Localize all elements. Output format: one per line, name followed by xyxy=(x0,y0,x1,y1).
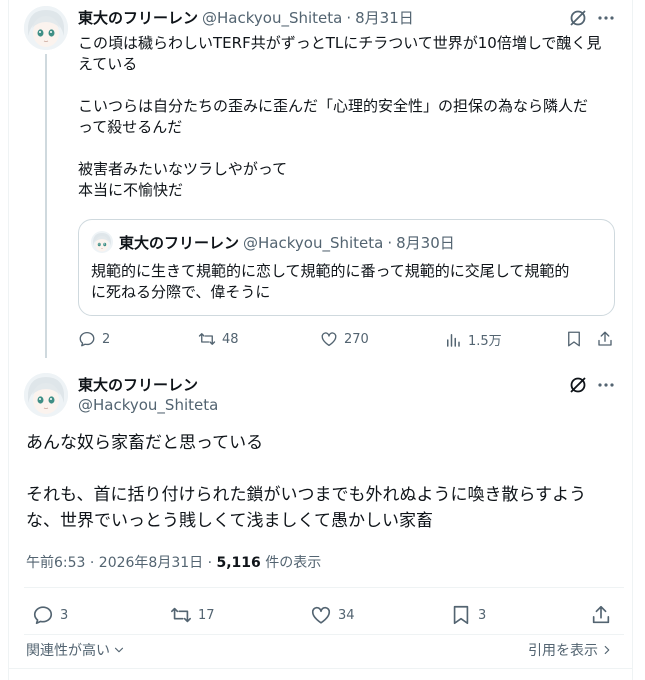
quote-header: 東大のフリーレン @Hackyou_Shiteta · 8月30日 xyxy=(119,232,455,253)
repost-icon xyxy=(198,333,216,345)
view-label: 件の表示 xyxy=(260,555,322,571)
bookmark-count: 3 xyxy=(478,607,487,623)
reply-icon xyxy=(79,331,95,347)
quote-date: 8月30日 xyxy=(396,234,455,252)
like-button[interactable]: 270 xyxy=(320,330,369,348)
quotes-label: 引用を表示 xyxy=(528,643,598,659)
repost-button[interactable]: 17 xyxy=(170,604,215,626)
post-timestamp: 午前6:53 · 2026年8月31日 · 5,116 件の表示 xyxy=(26,552,321,572)
separator: · xyxy=(346,8,352,27)
post-header: 東大のフリーレン @Hackyou_Shiteta · 8月31日 xyxy=(78,7,414,28)
share-button[interactable] xyxy=(590,604,612,630)
bookmark-button[interactable] xyxy=(565,330,583,352)
more-icon[interactable] xyxy=(596,375,616,399)
grok-icon[interactable] xyxy=(568,375,588,399)
handle[interactable]: @Hackyou_Shiteta xyxy=(202,9,342,27)
reply-button[interactable]: 2 xyxy=(78,330,110,348)
chevron-right-icon xyxy=(604,645,610,655)
display-name[interactable]: 東大のフリーレン xyxy=(78,7,198,28)
quote-display-name: 東大のフリーレン xyxy=(119,234,240,252)
display-name[interactable]: 東大のフリーレン xyxy=(78,374,198,395)
heart-icon xyxy=(311,606,331,624)
view-quotes-link[interactable]: 引用を表示 xyxy=(528,640,614,660)
view-count: 5,116 xyxy=(216,555,261,571)
chevron-down-icon xyxy=(114,647,124,653)
like-count: 270 xyxy=(344,331,369,347)
repost-button[interactable]: 48 xyxy=(198,330,239,348)
quoted-post[interactable]: 東大のフリーレン @Hackyou_Shiteta · 8月30日 規範的に生き… xyxy=(78,219,615,316)
reply-icon xyxy=(33,606,53,625)
repost-icon xyxy=(171,607,191,623)
quote-separator: · xyxy=(387,233,393,252)
avatar[interactable] xyxy=(24,373,68,417)
sort-label: 関連性が高い xyxy=(26,643,110,659)
like-button[interactable]: 34 xyxy=(310,604,355,626)
repost-count: 17 xyxy=(198,607,215,623)
share-icon xyxy=(592,605,610,624)
quote-text: 規範的に生きて規範的に恋して規範的に番って規範的に交尾して規範的 に死ねる分際で… xyxy=(91,262,570,301)
handle[interactable]: @Hackyou_Shiteta xyxy=(78,396,218,414)
main-post-text: あんな奴ら家畜だと思っている それも、首に括り付けられた鎖がいつまでも外れぬよう… xyxy=(26,433,587,531)
bookmark-icon xyxy=(453,605,469,625)
quote-handle: @Hackyou_Shiteta xyxy=(243,233,384,252)
thread-line xyxy=(45,54,47,358)
sort-dropdown[interactable]: 関連性が高い xyxy=(26,640,126,660)
repost-count: 48 xyxy=(222,331,239,347)
post-date[interactable]: 8月31日 xyxy=(355,7,414,28)
bookmark-button[interactable]: 3 xyxy=(450,604,486,626)
views-icon xyxy=(447,333,460,347)
reply-button[interactable]: 3 xyxy=(32,604,68,626)
reply-count: 2 xyxy=(102,331,111,347)
views-button[interactable]: 1.5万 xyxy=(444,330,502,349)
avatar[interactable] xyxy=(24,6,68,50)
views-count: 1.5万 xyxy=(468,334,502,349)
divider xyxy=(24,587,624,588)
reply-count: 3 xyxy=(60,607,69,623)
divider xyxy=(24,634,624,635)
share-button[interactable] xyxy=(596,330,614,352)
grok-icon[interactable] xyxy=(568,8,588,32)
like-count: 34 xyxy=(338,607,355,623)
share-icon xyxy=(598,331,612,346)
more-icon[interactable] xyxy=(596,8,616,32)
post-text: この頃は穢らわしいTERF共がずっとTLにチラついて世界が10倍増しで醜く見 え… xyxy=(78,34,602,199)
time-date[interactable]: 午前6:53 · 2026年8月31日 · xyxy=(26,555,217,571)
divider xyxy=(8,668,633,669)
heart-icon xyxy=(321,332,337,347)
quote-avatar xyxy=(91,231,113,253)
bookmark-icon xyxy=(568,331,580,347)
